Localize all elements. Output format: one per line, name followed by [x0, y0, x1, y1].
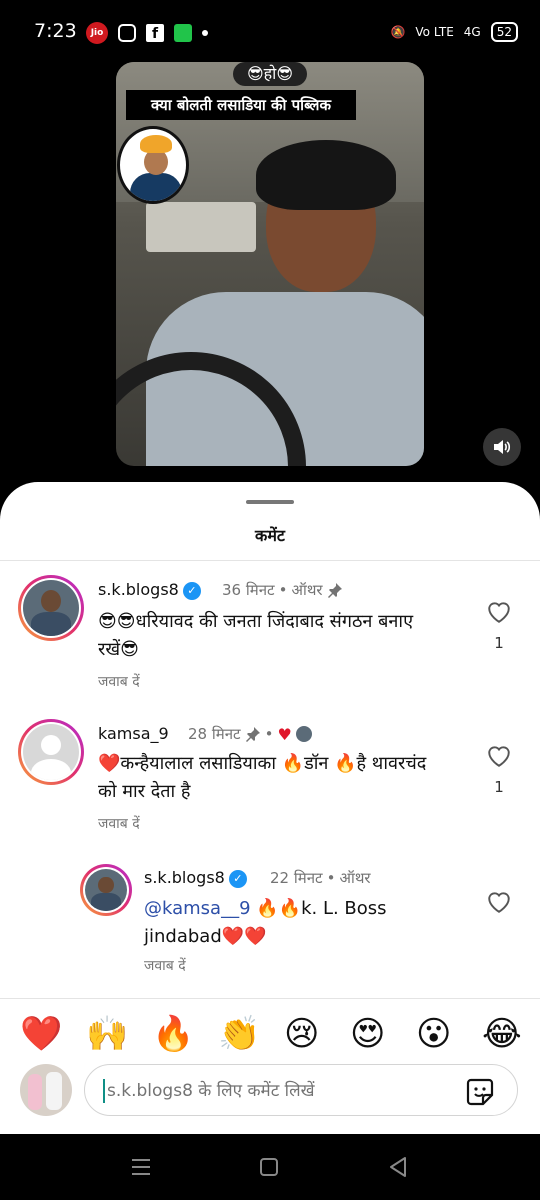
reaction-heart-eyes[interactable]: 😍 — [350, 1012, 385, 1056]
silent-icon: 🔕 — [390, 25, 406, 39]
video-caption: क्या बोलती लसाडिया की पब्लिक — [126, 90, 356, 120]
like-count: 1 — [494, 634, 504, 652]
comment-text: ❤️कन्हैयालाल लसाडियाका 🔥डॉन 🔥है थावरचंद … — [98, 753, 427, 802]
reaction-surprised[interactable]: 😮 — [416, 1012, 451, 1056]
reaction-cry[interactable]: 😢 — [284, 1012, 319, 1056]
status-bar: 7:23 Jio f 🔕 Vo LTE 4G 52 — [0, 0, 540, 64]
author-liked-heart-icon: ♥ — [277, 724, 292, 744]
instagram-icon — [118, 24, 136, 42]
comment-username[interactable]: kamsa_9 — [98, 724, 169, 743]
video-inset-portrait — [117, 126, 189, 204]
author-label: ऑथर — [339, 869, 371, 887]
mention-link[interactable]: @kamsa__9 — [144, 898, 251, 919]
comment-time: 36 मिनट — [222, 581, 275, 599]
reaction-laugh[interactable]: 😂 — [482, 1012, 522, 1056]
reply-button[interactable]: जवाब दें — [98, 814, 140, 833]
avatar[interactable] — [80, 864, 132, 916]
meta-separator: • — [326, 869, 336, 887]
sticker-icon[interactable] — [465, 1077, 495, 1107]
recents-icon[interactable] — [130, 1158, 152, 1176]
heart-icon[interactable] — [486, 744, 512, 768]
username-text[interactable]: s.k.blogs8 — [98, 580, 179, 599]
battery-icon: 52 — [490, 22, 518, 42]
author-label: ऑथर — [291, 581, 323, 599]
username-text[interactable]: s.k.blogs8 — [144, 868, 225, 887]
facebook-icon: f — [146, 24, 164, 42]
mute-button[interactable] — [483, 428, 521, 466]
meta-separator: • — [264, 725, 274, 743]
verified-icon: ✓ — [228, 869, 247, 888]
comment-username[interactable]: s.k.blogs8 ✓ — [144, 868, 247, 888]
status-time: 7:23 — [34, 20, 77, 42]
comment-compose — [84, 1064, 518, 1116]
jio-icon: Jio — [86, 22, 108, 44]
speaker-icon — [494, 440, 511, 454]
title-divider — [0, 560, 540, 561]
compose-divider — [0, 998, 540, 999]
comment-meta: 36 मिनट • ऑथर — [222, 580, 343, 600]
heart-icon[interactable] — [486, 890, 512, 914]
reply-button[interactable]: जवाब दें — [144, 956, 186, 975]
comment-text: @kamsa__9 🔥🔥k. L. Boss jindabad❤️❤️ — [144, 895, 434, 951]
pin-icon — [245, 727, 260, 742]
reply-button[interactable]: जवाब दें — [98, 672, 140, 691]
system-icons: 🔕 Vo LTE 4G 52 — [390, 22, 518, 42]
reel-video[interactable]: 😎हो😎 क्या बोलती लसाडिया की पब्लिक — [116, 62, 424, 466]
back-icon[interactable] — [388, 1156, 408, 1178]
comment-meta: 28 मिनट • ♥ — [188, 724, 312, 744]
comment-text: 😎😎धरियावद की जनता जिंदाबाद संगठन बनाए रख… — [98, 611, 414, 660]
quick-reactions: ❤️ 🙌 🔥 👏 😢 😍 😮 😂 — [0, 1012, 540, 1058]
author-liked-avatar — [295, 726, 312, 742]
signal-icon: 4G — [463, 25, 481, 39]
reaction-clap[interactable]: 👏 — [218, 1012, 260, 1056]
reaction-fire[interactable]: 🔥 — [152, 1012, 194, 1056]
drag-handle[interactable] — [246, 500, 294, 504]
comment-time: 28 मिनट — [188, 725, 241, 743]
more-notifications-icon — [202, 30, 208, 36]
pin-icon — [327, 583, 342, 598]
video-person-hair — [256, 140, 396, 210]
notification-icons: Jio f — [86, 22, 208, 44]
video-window — [146, 202, 256, 252]
heart-icon[interactable] — [486, 600, 512, 624]
verified-icon: ✓ — [182, 581, 201, 600]
avatar[interactable] — [18, 575, 84, 641]
sheet-title: कमेंट — [255, 526, 285, 545]
comment-username[interactable]: s.k.blogs8 ✓ — [98, 580, 201, 600]
system-nav-bar — [0, 1134, 540, 1200]
like-count: 1 — [494, 778, 504, 796]
meta-separator: • — [278, 581, 288, 599]
current-user-avatar[interactable] — [20, 1064, 72, 1116]
volte-icon: Vo LTE — [415, 25, 454, 39]
comment-input[interactable] — [105, 1077, 449, 1105]
avatar[interactable] — [18, 719, 84, 785]
app-notification-icon — [174, 24, 192, 42]
video-emoji-caption: 😎हो😎 — [233, 62, 307, 86]
comment-time: 22 मिनट — [270, 869, 323, 887]
comment-meta: 22 मिनट • ऑथर — [270, 868, 371, 888]
reaction-raised-hands[interactable]: 🙌 — [86, 1012, 128, 1056]
home-icon[interactable] — [259, 1157, 279, 1177]
reaction-heart[interactable]: ❤️ — [20, 1012, 62, 1056]
